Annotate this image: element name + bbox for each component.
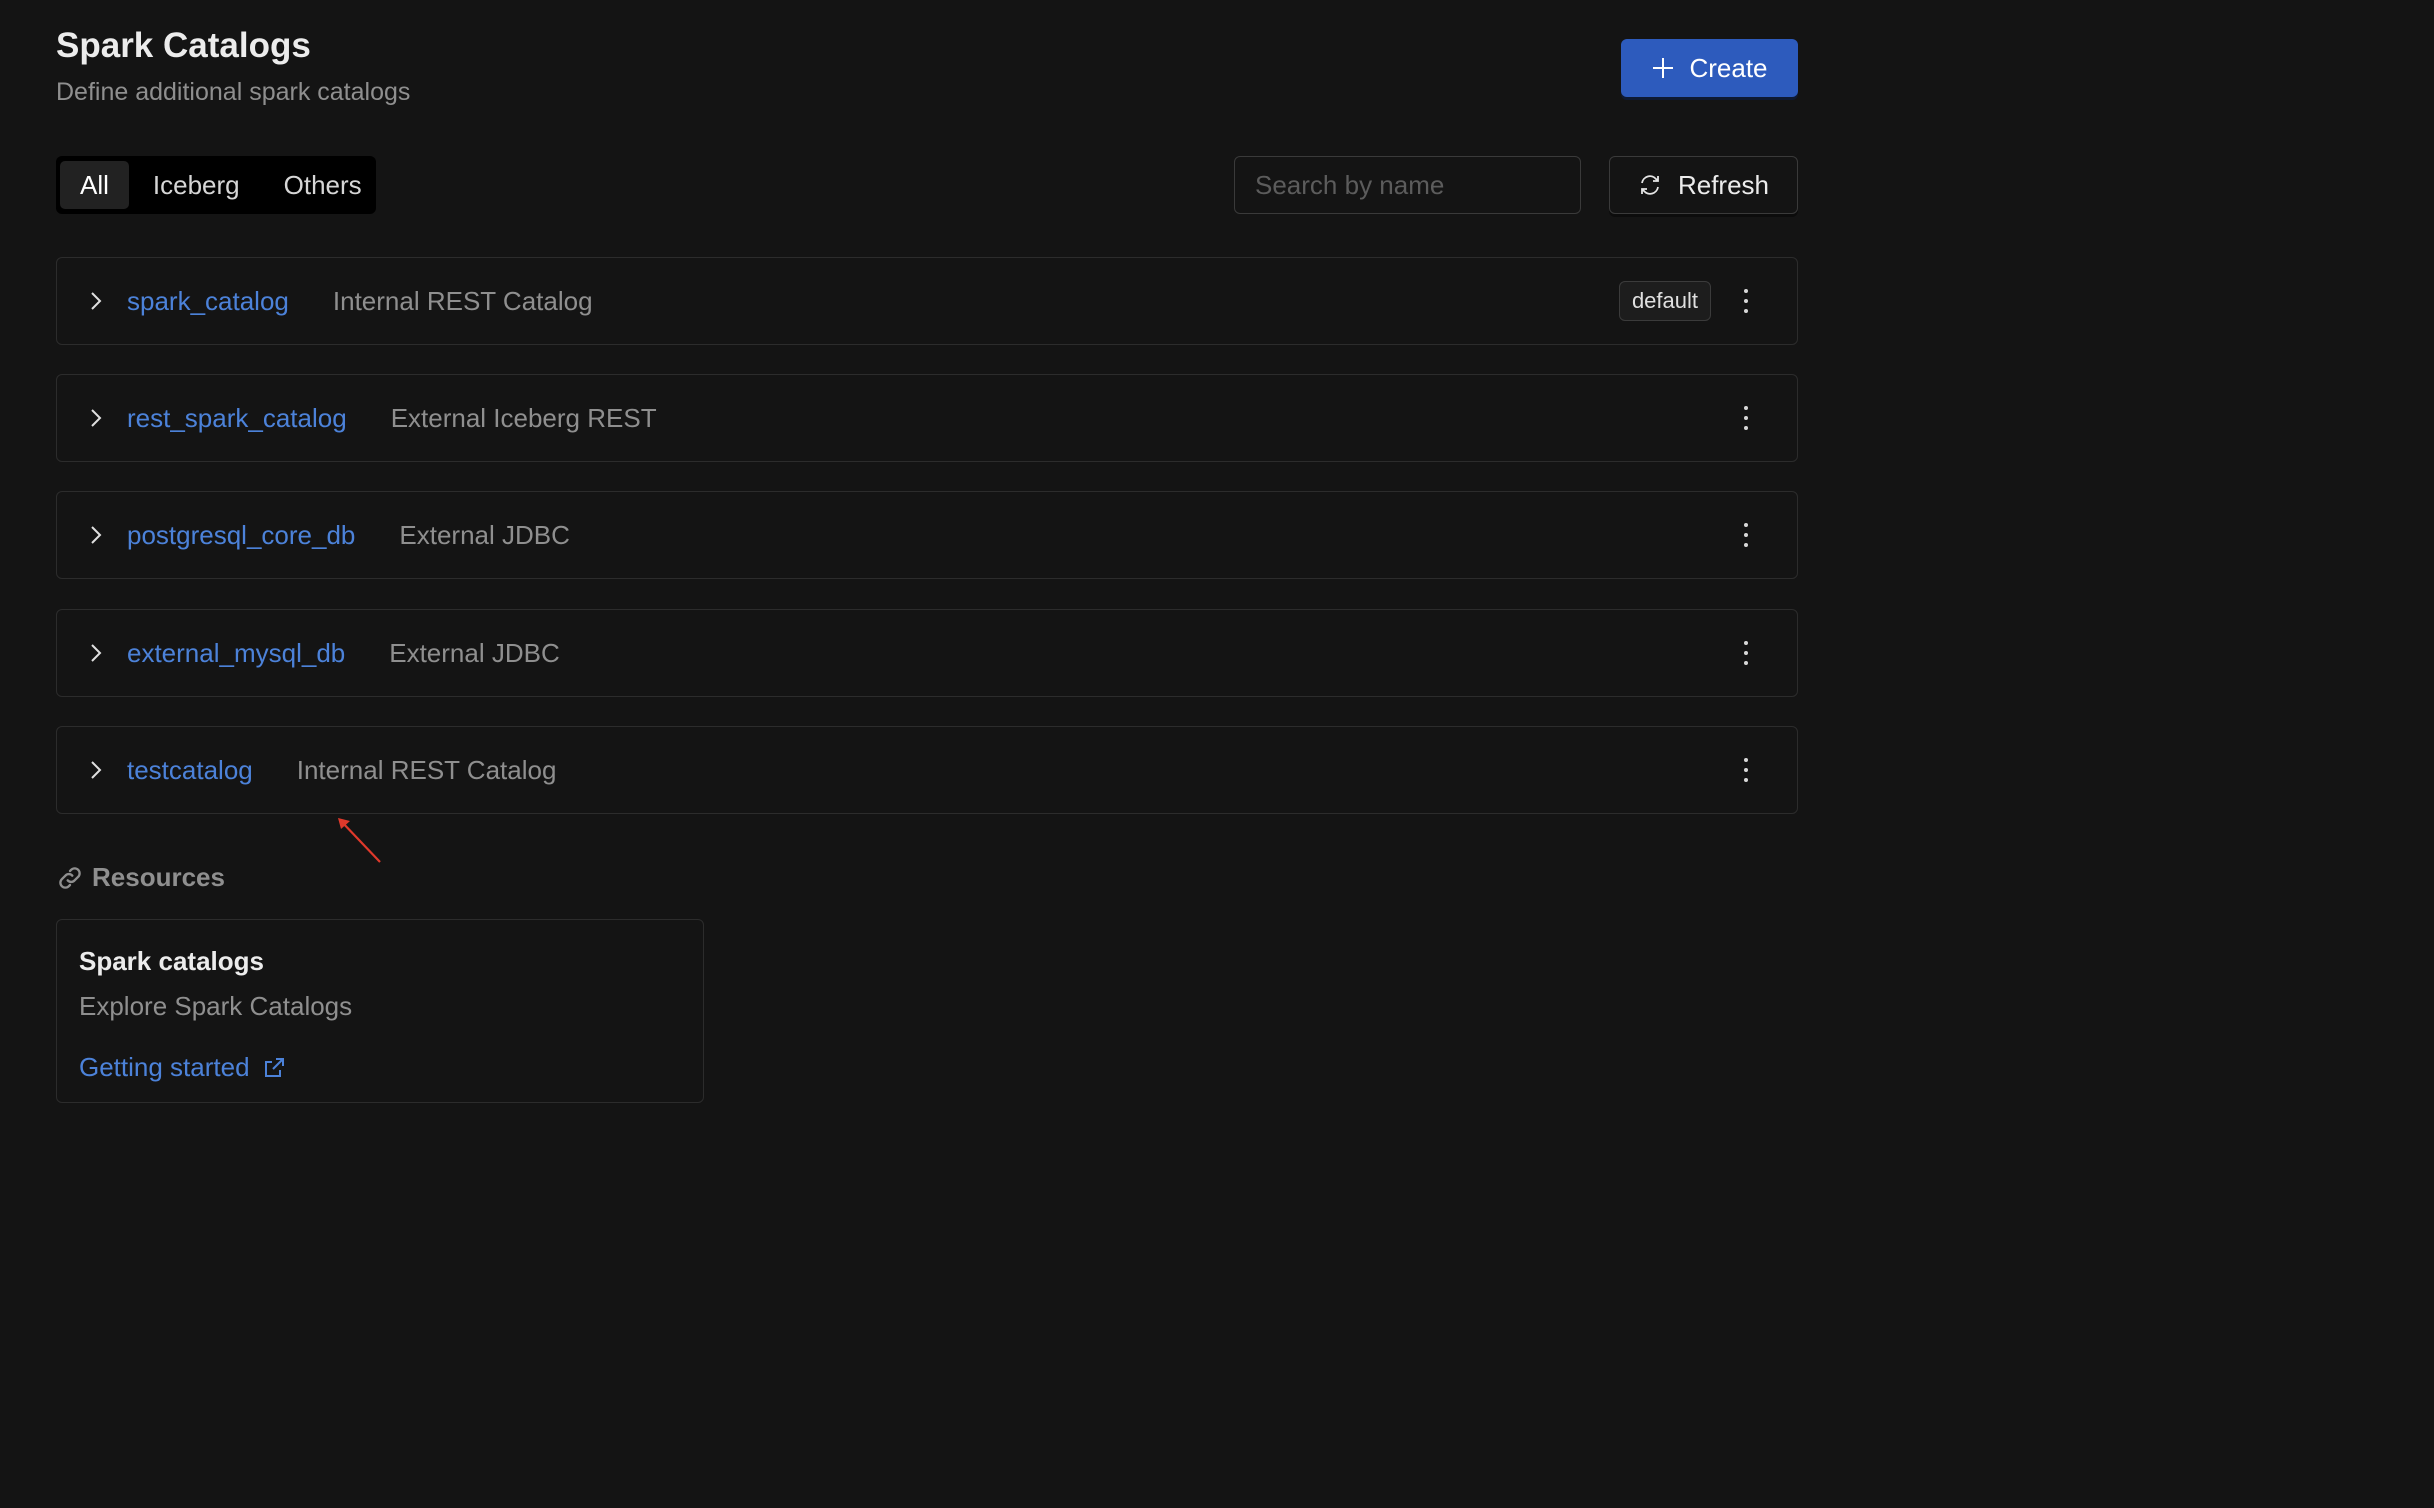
expand-chevron-icon[interactable] — [85, 290, 107, 312]
expand-chevron-icon[interactable] — [85, 642, 107, 664]
more-options-icon[interactable] — [1731, 750, 1761, 790]
more-options-icon[interactable] — [1731, 398, 1761, 438]
refresh-icon — [1641, 175, 1659, 195]
annotation-arrow-icon — [338, 818, 381, 863]
plus-icon — [1653, 58, 1674, 78]
tab-iceberg[interactable]: Iceberg — [133, 161, 260, 209]
search-input[interactable] — [1234, 156, 1581, 214]
external-link-icon — [264, 1057, 284, 1077]
page-title: Spark Catalogs — [56, 26, 311, 65]
catalog-type: External JDBC — [389, 637, 560, 668]
default-badge: default — [1618, 281, 1711, 321]
tab-others[interactable]: Others — [264, 161, 382, 209]
resources-heading: Resources — [56, 862, 225, 893]
expand-chevron-icon[interactable] — [85, 759, 107, 781]
more-options-icon[interactable] — [1731, 633, 1761, 673]
catalog-row[interactable]: external_mysql_db External JDBC — [56, 609, 1798, 697]
create-button[interactable]: Create — [1621, 39, 1798, 97]
catalog-type: Internal REST Catalog — [296, 754, 557, 785]
page-subtitle: Define additional spark catalogs — [56, 78, 411, 106]
catalog-type-tabs: All Iceberg Others — [56, 156, 376, 214]
create-button-label: Create — [1689, 52, 1768, 83]
getting-started-label: Getting started — [79, 1052, 250, 1082]
resources-label: Resources — [92, 862, 225, 892]
catalog-type: External Iceberg REST — [390, 402, 657, 433]
catalog-type: External JDBC — [399, 519, 570, 550]
catalog-type: Internal REST Catalog — [332, 285, 593, 316]
expand-chevron-icon[interactable] — [85, 407, 107, 429]
resource-card: Spark catalogs Explore Spark Catalogs Ge… — [56, 919, 704, 1103]
resource-card-description: Explore Spark Catalogs — [79, 991, 353, 1021]
more-options-icon[interactable] — [1731, 281, 1761, 321]
catalog-row[interactable]: testcatalog Internal REST Catalog — [56, 726, 1798, 814]
tab-all[interactable]: All — [60, 161, 129, 209]
catalog-name-link[interactable]: rest_spark_catalog — [127, 403, 347, 434]
catalog-name-link[interactable]: postgresql_core_db — [127, 520, 355, 551]
catalog-name-link[interactable]: spark_catalog — [127, 286, 289, 317]
catalog-row[interactable]: rest_spark_catalog External Iceberg REST — [56, 374, 1798, 462]
catalog-row[interactable]: postgresql_core_db External JDBC — [56, 491, 1798, 579]
link-icon — [59, 866, 81, 889]
expand-chevron-icon[interactable] — [85, 524, 107, 546]
catalog-row[interactable]: spark_catalog Internal REST Catalog defa… — [56, 257, 1798, 345]
catalog-name-link[interactable]: testcatalog — [127, 755, 253, 786]
refresh-button[interactable]: Refresh — [1609, 156, 1798, 214]
resource-card-title: Spark catalogs — [79, 946, 264, 976]
getting-started-link[interactable]: Getting started — [79, 1052, 286, 1083]
catalog-name-link[interactable]: external_mysql_db — [127, 638, 345, 669]
more-options-icon[interactable] — [1731, 515, 1761, 555]
refresh-button-label: Refresh — [1677, 169, 1770, 200]
